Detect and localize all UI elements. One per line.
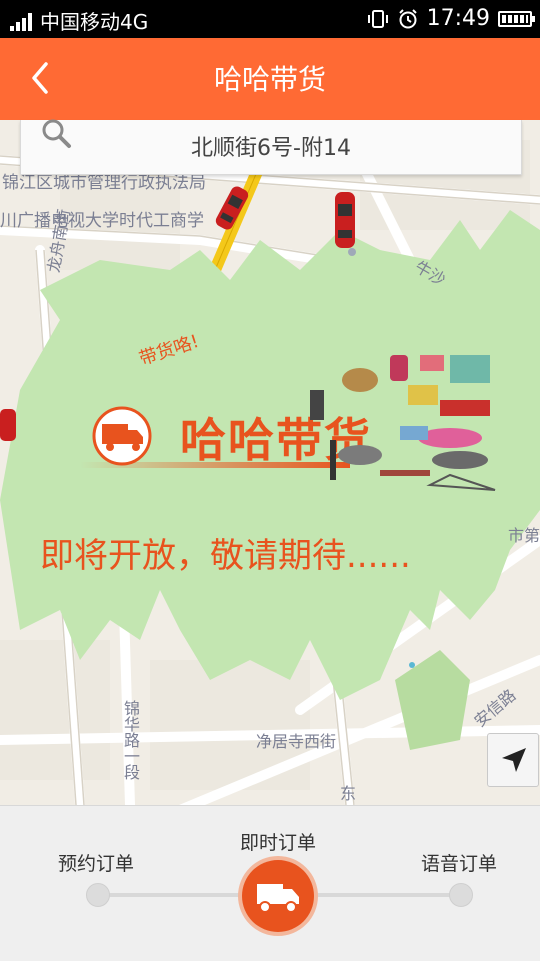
address-search-bar[interactable]: 北顺街6号-附14 bbox=[20, 119, 522, 175]
order-mode-instant-label[interactable]: 即时订单 bbox=[240, 828, 316, 855]
order-mode-voice-dot[interactable] bbox=[449, 883, 473, 907]
map-label: 东 bbox=[340, 784, 357, 803]
order-mode-scheduled-label[interactable]: 预约订单 bbox=[58, 849, 134, 876]
locate-button[interactable] bbox=[487, 733, 539, 787]
order-mode-instant-selector[interactable] bbox=[242, 860, 314, 932]
map-view[interactable]: 锦江区城市管理行政执法局 川广播电视大学时代工商学 龙舟南街 牛沙 市第 锦华路… bbox=[0, 120, 540, 805]
promo-banner: 哈哈带货 带货咯! bbox=[80, 330, 520, 510]
address-text: 北顺街6号-附14 bbox=[191, 136, 351, 161]
order-mode-scheduled-dot[interactable] bbox=[86, 883, 110, 907]
promo-slogan: 带货咯! bbox=[136, 330, 202, 370]
signal-icon bbox=[10, 11, 32, 31]
map-label: 市第 bbox=[508, 526, 540, 545]
products-illustration bbox=[310, 355, 496, 491]
navigation-arrow-icon bbox=[502, 748, 526, 772]
page-title: 哈哈带货 bbox=[213, 63, 326, 96]
truck-icon bbox=[257, 884, 299, 913]
map-label: 锦华路一段 bbox=[121, 700, 140, 780]
order-mode-panel: 预约订单 即时订单 语音订单 bbox=[0, 805, 540, 961]
status-bar: 中国移动4G 17:49 bbox=[0, 0, 540, 38]
map-label: 川广播电视大学时代工商学 bbox=[0, 211, 204, 231]
carrier-label: 中国移动4G bbox=[40, 10, 149, 34]
alarm-icon bbox=[398, 8, 417, 28]
promo-notice: 即将开放，敬请期待...... bbox=[40, 536, 411, 576]
title-bar: 哈哈带货 bbox=[0, 38, 540, 120]
vibrate-icon bbox=[367, 9, 388, 28]
map-label: 净居寺西街 bbox=[256, 732, 337, 751]
clock-time: 17:49 bbox=[426, 6, 490, 31]
battery-icon bbox=[498, 10, 535, 27]
order-mode-voice-label[interactable]: 语音订单 bbox=[421, 849, 497, 876]
